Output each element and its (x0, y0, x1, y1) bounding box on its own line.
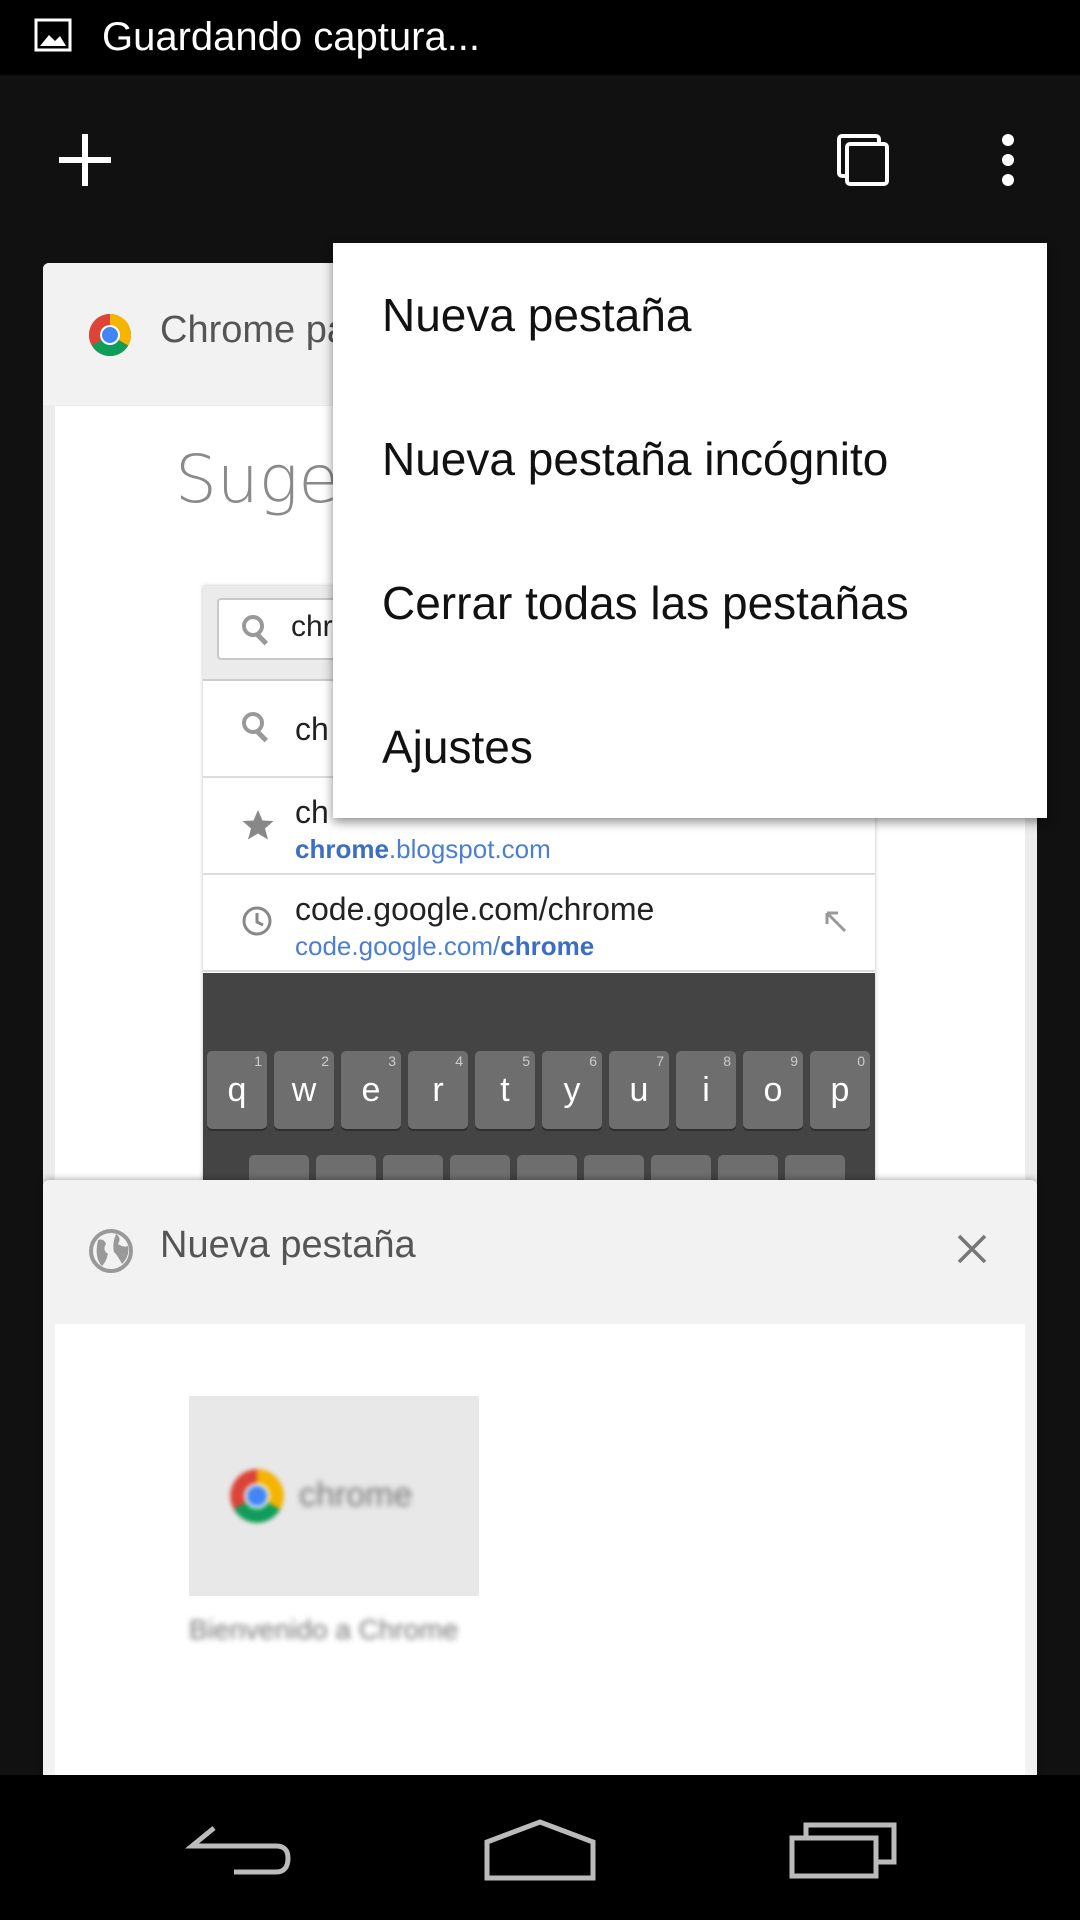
overflow-menu-icon (1002, 134, 1014, 186)
key: 0p (810, 1051, 870, 1129)
overflow-menu-button[interactable] (963, 115, 1053, 205)
status-bar: Guardando captura... (0, 0, 1080, 75)
key: 3e (341, 1051, 401, 1129)
suggestion-url: code.google.com/chrome (295, 931, 594, 962)
back-button[interactable] (174, 1805, 304, 1895)
chrome-logo-icon (88, 314, 132, 357)
suggestion-row: code.google.com/chrome code.google.com/c… (203, 875, 875, 972)
new-tab-button[interactable] (40, 115, 130, 205)
image-icon (34, 18, 72, 52)
tab-card-title: Nueva pestaña (160, 1224, 416, 1266)
history-icon (242, 906, 272, 936)
suggestion-text: ch (295, 794, 329, 830)
home-icon (484, 1819, 596, 1881)
most-visited-thumbnail: chrome (189, 1396, 479, 1596)
tab-switcher-toolbar (0, 75, 1080, 245)
navigation-bar (0, 1775, 1080, 1920)
tab-preview: chrome Bienvenido a Chrome (55, 1324, 1025, 1780)
tab-switcher-button[interactable] (818, 115, 908, 205)
preview-query: chr (291, 610, 333, 643)
key: 9o (743, 1051, 803, 1129)
close-icon (957, 1234, 987, 1264)
key: 5t (475, 1051, 535, 1129)
suggestion-url-bold: chrome (295, 834, 389, 864)
key: 8i (676, 1051, 736, 1129)
key: 7u (609, 1051, 669, 1129)
recents-button[interactable] (778, 1805, 908, 1895)
close-tab-button[interactable] (947, 1224, 997, 1274)
preview-heading: Suge (175, 441, 339, 518)
key: 6y (542, 1051, 602, 1129)
tab-switcher-icon (837, 134, 889, 186)
thumbnail-caption: Bienvenido a Chrome (189, 1614, 459, 1645)
tab-card-new-tab[interactable]: Nueva pestaña chrome Bienvenido a Chrome (43, 1180, 1037, 1780)
key: 4r (408, 1051, 468, 1129)
suggestion-url-plain: code.google.com/ (295, 931, 501, 961)
overflow-menu: Nueva pestaña Nueva pestaña incógnito Ce… (333, 243, 1047, 818)
menu-item-close-all-tabs[interactable]: Cerrar todas las pestañas (333, 531, 1047, 675)
recents-icon (789, 1822, 897, 1879)
key: 2w (274, 1051, 334, 1129)
search-icon (242, 615, 269, 646)
back-icon (184, 1826, 291, 1875)
chrome-logo-icon (230, 1469, 284, 1523)
menu-item-new-tab[interactable]: Nueva pestaña (333, 243, 1047, 387)
star-icon (242, 810, 274, 840)
search-icon (242, 712, 269, 743)
suggestion-url-rest: .blogspot.com (388, 834, 551, 864)
home-button[interactable] (475, 1805, 605, 1895)
globe-icon (89, 1229, 133, 1273)
thumbnail-text: chrome (299, 1476, 413, 1514)
tab-card-title: Chrome pa (160, 309, 348, 351)
key: 1q (207, 1051, 267, 1129)
insert-arrow-icon (825, 911, 847, 933)
notification-text: Guardando captura... (102, 15, 481, 59)
menu-item-new-incognito-tab[interactable]: Nueva pestaña incógnito (333, 387, 1047, 531)
keyboard-row: 1q 2w 3e 4r 5t 6y 7u 8i 9o 0p (207, 1051, 870, 1129)
suggestion-text: ch (295, 711, 329, 747)
menu-item-settings[interactable]: Ajustes (333, 675, 1047, 819)
suggestion-text: code.google.com/chrome (295, 891, 655, 927)
plus-icon (59, 134, 111, 186)
suggestion-url-bold: chrome (500, 931, 595, 961)
suggestion-url: chrome.blogspot.com (295, 834, 551, 865)
